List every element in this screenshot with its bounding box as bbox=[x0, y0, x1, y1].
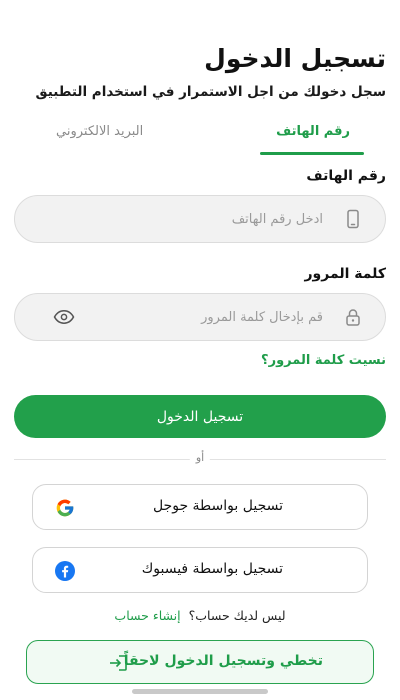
login-button[interactable]: تسجيل الدخول bbox=[14, 395, 386, 438]
skip-login-button[interactable]: تخطي وتسجيل الدخول لاحقاً bbox=[26, 640, 374, 684]
eye-icon[interactable] bbox=[53, 308, 75, 326]
login-arrow-icon bbox=[107, 653, 129, 673]
home-indicator bbox=[132, 689, 268, 694]
facebook-login-label: تسجيل بواسطة فيسبوك bbox=[141, 561, 283, 577]
page-title: تسجيل الدخول bbox=[204, 44, 386, 73]
password-input[interactable] bbox=[55, 294, 323, 340]
google-login-button[interactable]: تسجيل بواسطة جوجل bbox=[32, 484, 368, 530]
active-tab-indicator bbox=[260, 152, 364, 155]
password-field-label: كلمة المرور bbox=[304, 266, 386, 282]
phone-input[interactable] bbox=[35, 196, 323, 242]
tab-email[interactable]: البريد الالكتروني bbox=[56, 124, 143, 139]
facebook-icon bbox=[55, 561, 75, 581]
page-subtitle: سجل دخولك من اجل الاستمرار في استخدام ال… bbox=[35, 84, 386, 100]
login-method-tabs: رقم الهاتف البريد الالكتروني bbox=[0, 118, 400, 158]
create-account-link[interactable]: إنشاء حساب bbox=[114, 608, 180, 623]
signup-prompt: ليس لديك حساب؟ bbox=[188, 608, 286, 623]
google-icon bbox=[55, 498, 75, 518]
tab-phone[interactable]: رقم الهاتف bbox=[276, 124, 350, 139]
forgot-password-link[interactable]: نسيت كلمة المرور؟ bbox=[261, 353, 386, 368]
divider-or-text: أو bbox=[189, 451, 211, 464]
password-field-container bbox=[14, 293, 386, 341]
signup-row: ليس لديك حساب؟ إنشاء حساب bbox=[0, 608, 400, 623]
skip-login-label: تخطي وتسجيل الدخول لاحقاً bbox=[123, 653, 323, 669]
facebook-login-button[interactable]: تسجيل بواسطة فيسبوك bbox=[32, 547, 368, 593]
lock-icon bbox=[343, 307, 363, 327]
google-login-label: تسجيل بواسطة جوجل bbox=[152, 498, 283, 514]
phone-field-label: رقم الهاتف bbox=[306, 168, 386, 184]
phone-field-container bbox=[14, 195, 386, 243]
phone-icon bbox=[343, 209, 363, 229]
